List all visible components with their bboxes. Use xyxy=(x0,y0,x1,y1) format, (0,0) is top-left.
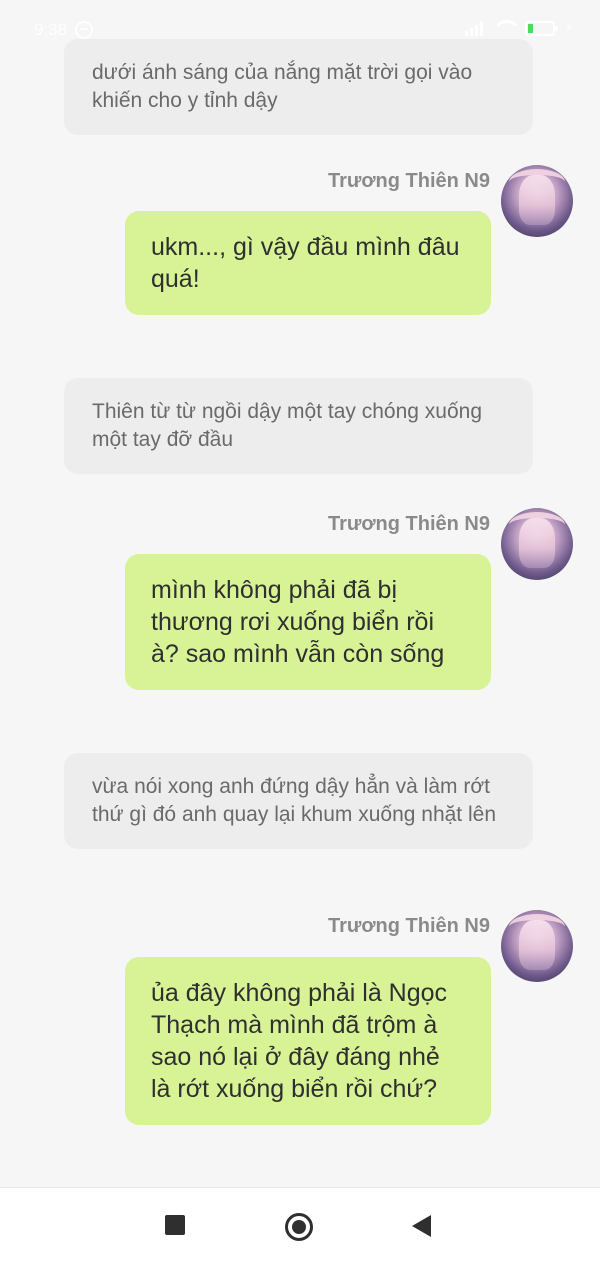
avatar[interactable] xyxy=(501,508,573,580)
signal-icon xyxy=(464,20,483,36)
charging-icon: ⚡ xyxy=(564,20,574,35)
chat-bubble: ukm..., gì vậy đầu mình đâu quá! xyxy=(125,211,491,315)
narration-text: dưới ánh sáng của nắng mặt trời gọi vào … xyxy=(92,61,473,112)
chat-text: ukm..., gì vậy đầu mình đâu quá! xyxy=(151,233,460,293)
chat-bubble: mình không phải đã bị thương rơi xuống b… xyxy=(125,554,491,690)
avatar[interactable] xyxy=(501,910,573,982)
chat-bubble: ủa đây không phải là Ngọc Thạch mà mình … xyxy=(125,957,491,1125)
status-left: 9:38 xyxy=(34,20,94,40)
sender-name: Trương Thiên N9 xyxy=(327,513,490,535)
recent-apps-icon[interactable] xyxy=(165,1215,185,1235)
narration-text: Thiên từ từ ngồi dậy một tay chóng xuống… xyxy=(92,400,483,451)
navigation-bar xyxy=(0,1187,600,1267)
chat-area[interactable]: dưới ánh sáng của nắng mặt trời gọi vào … xyxy=(0,0,600,1187)
chat-text: ủa đây không phải là Ngọc Thạch mà mình … xyxy=(151,979,448,1103)
battery-level xyxy=(527,23,533,33)
message-notification-icon xyxy=(75,21,94,39)
sender-name: Trương Thiên N9 xyxy=(327,170,490,192)
back-icon[interactable] xyxy=(412,1215,431,1237)
status-time: 9:38 xyxy=(34,20,68,39)
wifi-icon xyxy=(493,20,515,36)
status-right: ⚡ xyxy=(464,20,574,36)
battery-icon xyxy=(524,20,558,36)
avatar[interactable] xyxy=(501,165,573,237)
narration-bubble: vừa nói xong anh đứng dậy hẳn và làm rớt… xyxy=(64,753,533,849)
chat-text: mình không phải đã bị thương rơi xuống b… xyxy=(151,576,445,668)
narration-text: vừa nói xong anh đứng dậy hẳn và làm rớt… xyxy=(92,775,497,826)
status-bar: 9:38 ⚡ xyxy=(0,0,600,58)
sender-name: Trương Thiên N9 xyxy=(327,915,490,937)
narration-bubble: Thiên từ từ ngồi dậy một tay chóng xuống… xyxy=(64,378,533,474)
home-icon[interactable] xyxy=(285,1213,313,1241)
